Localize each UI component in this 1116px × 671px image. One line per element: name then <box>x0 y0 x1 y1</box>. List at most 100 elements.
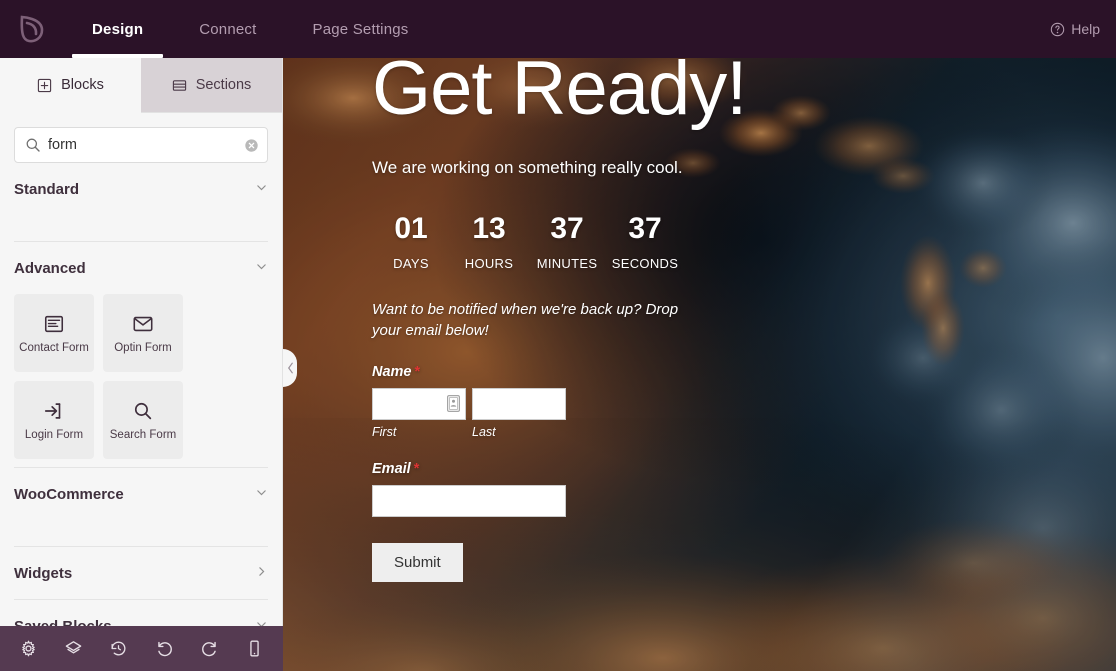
first-name-sublabel: First <box>372 425 397 440</box>
sections-icon <box>172 79 186 91</box>
last-name-sublabel: Last <box>472 425 496 440</box>
group-woocommerce-header[interactable]: WooCommerce <box>14 468 268 520</box>
group-standard: Standard <box>14 163 268 242</box>
revision-history-button[interactable] <box>104 634 134 664</box>
tab-connect-label: Connect <box>199 20 257 38</box>
first-name-field: First <box>372 388 466 439</box>
undo-icon <box>157 641 172 657</box>
countdown-days-label: DAYS <box>393 255 429 271</box>
tab-design[interactable]: Design <box>64 0 171 58</box>
app-logo[interactable] <box>0 0 64 58</box>
seedprod-leaf-logo <box>20 15 44 43</box>
mobile-preview-icon <box>250 640 259 657</box>
group-woocommerce-title: WooCommerce <box>14 485 124 503</box>
tab-sections[interactable]: Sections <box>141 58 282 113</box>
search-input[interactable] <box>15 137 267 153</box>
envelope-icon <box>133 316 153 331</box>
email-required-asterisk: * <box>413 461 420 478</box>
tab-page-settings-label: Page Settings <box>312 20 409 38</box>
tab-sections-label: Sections <box>195 77 252 93</box>
tab-page-settings[interactable]: Page Settings <box>285 0 437 58</box>
last-name-input[interactable] <box>472 388 566 421</box>
clear-search-icon[interactable] <box>244 138 259 153</box>
email-input[interactable] <box>372 485 566 518</box>
chevron-right-icon <box>255 565 268 582</box>
block-tile-search-form-label: Search Form <box>109 428 177 441</box>
block-tile-optin-form[interactable]: Optin Form <box>103 294 183 372</box>
seedprod-page-builder: Design Connect Page Settings Help Blocks… <box>0 0 1116 671</box>
group-standard-title: Standard <box>14 180 80 198</box>
name-inputs-row: First Last <box>372 388 1116 439</box>
block-tile-search-form[interactable]: Search Form <box>103 381 183 459</box>
group-woocommerce: WooCommerce <box>14 468 268 547</box>
countdown-minutes-value: 37 <box>550 211 584 245</box>
tab-design-label: Design <box>92 20 144 38</box>
chevron-down-icon <box>255 260 268 277</box>
blocks-sidebar: Blocks Sections form Standard Advanced C… <box>0 58 283 671</box>
help-link[interactable]: Help <box>1050 0 1116 58</box>
autofill-icon[interactable] <box>447 395 460 413</box>
panel-tabs: Blocks Sections <box>0 58 282 113</box>
block-tile-login-form[interactable]: Login Form <box>14 381 94 459</box>
group-advanced-body: Contact Form Optin Form Login Form Searc… <box>14 294 268 467</box>
search-box[interactable] <box>14 127 268 163</box>
page-subheadline[interactable]: We are working on something really cool. <box>372 158 1116 178</box>
settings-button[interactable] <box>14 634 44 664</box>
settings-gear-icon <box>22 640 35 657</box>
blocks-icon <box>37 78 52 92</box>
block-tile-contact-form-label: Contact Form <box>19 341 89 354</box>
countdown-minutes-label: MINUTES <box>536 255 598 271</box>
search-area <box>0 113 282 163</box>
layers-icon <box>65 641 82 654</box>
block-groups: Standard Advanced Contact Form Optin For… <box>0 163 282 652</box>
countdown-days-value: 01 <box>394 211 428 245</box>
top-bar: Design Connect Page Settings Help <box>0 0 1116 58</box>
top-nav: Design Connect Page Settings <box>64 0 437 58</box>
countdown-hours: 13 HOURS <box>450 213 528 271</box>
landing-page-content: Get Ready! We are working on something r… <box>283 58 1116 671</box>
countdown-seconds-label: SECONDS <box>611 255 679 271</box>
redo-icon <box>201 641 216 657</box>
email-field-group: Email * <box>372 461 1116 518</box>
optin-form: Name * First Last Email * Submit <box>372 364 1116 583</box>
group-woocommerce-body <box>14 520 268 546</box>
page-preview-canvas[interactable]: Get Ready! We are working on something r… <box>283 58 1116 671</box>
group-widgets: Widgets <box>14 547 268 600</box>
page-headline[interactable]: Get Ready! <box>372 58 1116 126</box>
countdown-hours-label: HOURS <box>464 255 514 271</box>
group-advanced-header[interactable]: Advanced <box>14 242 268 294</box>
magnifier-icon <box>134 402 152 419</box>
search-icon <box>26 138 40 152</box>
countdown-minutes: 37 MINUTES <box>528 211 606 271</box>
group-standard-body <box>14 215 268 241</box>
email-label-text: Email <box>372 461 411 478</box>
countdown-timer[interactable]: 01 DAYS 13 HOURS 37 MINUTES 37 SECONDS <box>372 211 1116 271</box>
block-tile-optin-form-label: Optin Form <box>114 341 172 354</box>
chevron-left-icon <box>287 362 293 374</box>
redo-button[interactable] <box>194 634 224 664</box>
advanced-block-grid: Contact Form Optin Form Login Form Searc… <box>14 294 268 459</box>
chevron-down-icon <box>255 181 268 198</box>
tab-connect[interactable]: Connect <box>171 0 284 58</box>
block-tile-login-form-label: Login Form <box>24 428 84 441</box>
name-label-text: Name <box>372 364 412 381</box>
optin-description[interactable]: Want to be notified when we're back up? … <box>372 299 702 343</box>
group-standard-header[interactable]: Standard <box>14 163 268 215</box>
undo-button[interactable] <box>149 634 179 664</box>
email-field-label: Email * <box>372 461 1116 477</box>
block-tile-contact-form[interactable]: Contact Form <box>14 294 94 372</box>
editor-bottom-toolbar <box>0 626 283 671</box>
chevron-down-icon <box>255 486 268 503</box>
group-widgets-header[interactable]: Widgets <box>14 547 268 599</box>
group-widgets-title: Widgets <box>14 564 73 582</box>
group-advanced: Advanced Contact Form Optin Form Login F… <box>14 242 268 468</box>
countdown-days: 01 DAYS <box>372 211 450 271</box>
tab-blocks[interactable]: Blocks <box>0 58 141 113</box>
mobile-preview-button[interactable] <box>239 634 269 664</box>
layers-button[interactable] <box>59 634 89 664</box>
group-advanced-title: Advanced <box>14 259 86 277</box>
login-arrow-icon <box>44 402 61 419</box>
last-name-field: Last <box>472 388 566 439</box>
countdown-seconds-value: 37 <box>628 211 662 245</box>
submit-button[interactable]: Submit <box>372 543 463 583</box>
